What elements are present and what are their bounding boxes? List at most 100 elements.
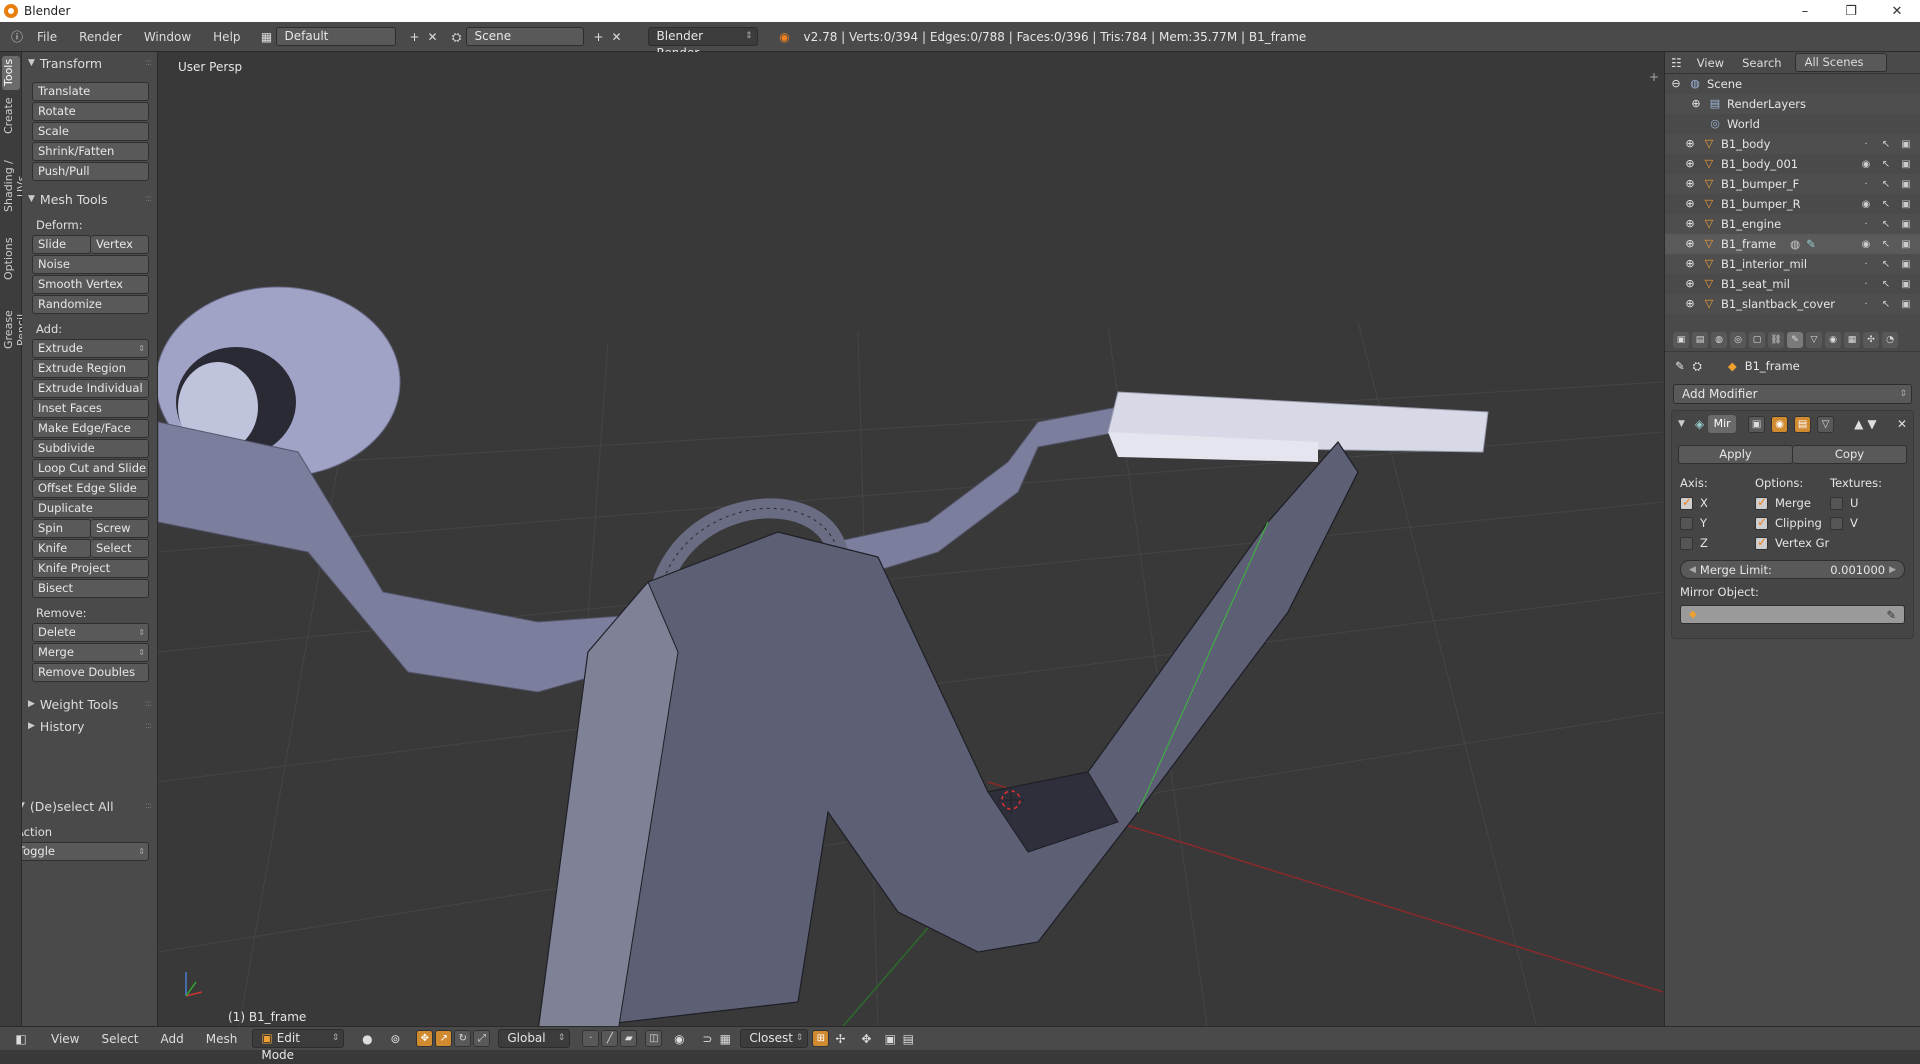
outliner-row-world[interactable]: ◎ World — [1665, 114, 1920, 134]
slide-vertex-button[interactable]: Vertex — [91, 235, 149, 254]
snap-target-select[interactable]: Closest ⇕ — [740, 1029, 809, 1048]
merge-limit-field[interactable]: ◀ Merge Limit: 0.001000 ▶ — [1680, 560, 1905, 579]
data-tab-icon[interactable]: ▽ — [1806, 331, 1822, 348]
translate-manipulator-icon[interactable]: ↗ — [435, 1030, 453, 1047]
menu-render[interactable]: Render — [68, 30, 133, 44]
edge-select-icon[interactable]: ╱ — [601, 1030, 619, 1047]
texture-u-checkbox[interactable]: U — [1830, 496, 1905, 510]
render-engine-select[interactable]: Blender Render⇕ — [647, 27, 758, 60]
render-camera-icon[interactable]: ▣ — [1900, 279, 1912, 290]
expand-icon[interactable]: ⊕ — [1683, 237, 1697, 251]
expand-icon[interactable]: ⊕ — [1683, 257, 1697, 271]
object-tab-icon[interactable]: ▢ — [1749, 331, 1765, 348]
visibility-eye-icon[interactable]: · — [1860, 299, 1872, 310]
clipping-checkbox[interactable]: Clipping — [1755, 515, 1830, 530]
grip-icon[interactable]: ::: — [145, 801, 152, 811]
pin-icon[interactable]: ✎ — [1675, 359, 1685, 373]
tab-grease-pencil[interactable]: Grease Pencil — [2, 290, 28, 370]
outliner-row-object[interactable]: ⊕ ▽ B1_bumper_F · ↖ ▣ — [1665, 174, 1920, 194]
select-arrow-icon[interactable]: ↖ — [1880, 199, 1892, 210]
outliner-editor-icon[interactable]: ☷ — [1665, 56, 1688, 70]
knife-project-button[interactable]: Knife Project — [32, 559, 149, 578]
select-arrow-icon[interactable]: ↖ — [1880, 219, 1892, 230]
make-edge-face-button[interactable]: Make Edge/Face — [32, 419, 149, 438]
remove-doubles-button[interactable]: Remove Doubles — [32, 663, 149, 682]
extrude-menu[interactable]: Extrude ⇕ — [32, 339, 149, 358]
delete-menu[interactable]: Delete ⇕ — [32, 623, 149, 642]
texture-tab-icon[interactable]: ▦ — [1844, 331, 1860, 348]
visibility-eye-icon[interactable]: · — [1860, 139, 1872, 150]
outliner-row-scene[interactable]: ⊖ ◍ Scene — [1665, 74, 1920, 94]
expand-icon[interactable]: ⊕ — [1683, 277, 1697, 291]
scene-select[interactable]: Scene — [465, 27, 584, 46]
remove-scene-icon[interactable]: ✕ — [608, 29, 626, 45]
menu-select[interactable]: Select — [90, 1032, 149, 1046]
screw-button[interactable]: Screw — [91, 519, 149, 538]
select-arrow-icon[interactable]: ↖ — [1880, 159, 1892, 170]
spin-button[interactable]: Spin — [32, 519, 91, 538]
axis-y-checkbox[interactable]: Y — [1680, 516, 1755, 530]
merge-menu[interactable]: Merge ⇕ — [32, 643, 149, 662]
remove-modifier-icon[interactable]: ✕ — [1897, 417, 1907, 431]
menu-help[interactable]: Help — [202, 30, 251, 44]
mode-select[interactable]: ▣ Edit Mode ⇕ — [252, 1029, 345, 1062]
viewport-shading-icon[interactable]: ● — [358, 1031, 376, 1047]
tab-create[interactable]: Create — [2, 96, 20, 138]
transform-panel-header[interactable]: ▼ Transform::: — [22, 52, 157, 74]
snap-project-icon[interactable]: ✢ — [831, 1031, 849, 1047]
proportional-editing-icon[interactable]: ◉ — [670, 1031, 688, 1047]
collapse-icon[interactable]: ⊖ — [1669, 77, 1683, 91]
outliner-row-object[interactable]: ⊕ ▽ B1_engine · ↖ ▣ — [1665, 214, 1920, 234]
face-select-icon[interactable]: ▰ — [620, 1030, 638, 1047]
info-editor-icon[interactable]: ⓘ — [8, 29, 26, 45]
visibility-eye-icon[interactable]: · — [1860, 179, 1872, 190]
modifiers-tab-icon[interactable]: ✎ — [1787, 331, 1803, 348]
increment-arrow-icon[interactable]: ▶ — [1889, 565, 1896, 575]
extrude-individual-button[interactable]: Extrude Individual — [32, 379, 149, 398]
menu-add[interactable]: Add — [150, 1032, 195, 1046]
slide-edge-button[interactable]: Slide Edge — [32, 235, 91, 268]
tab-tools[interactable]: Tools — [2, 56, 20, 90]
outliner-row-renderlayers[interactable]: ⊕ ▤ RenderLayers — [1665, 94, 1920, 114]
outliner-row-object[interactable]: ⊕ ▽ B1_body_001 ◉ ↖ ▣ — [1665, 154, 1920, 174]
limit-selection-icon[interactable]: ◫ — [645, 1030, 663, 1047]
bisect-button[interactable]: Bisect — [32, 579, 149, 598]
mesh-tools-panel-header[interactable]: ▼ Mesh Tools::: — [22, 188, 157, 210]
grip-icon[interactable]: ::: — [145, 699, 152, 709]
snap-toggle-icon[interactable]: ⊃ — [698, 1031, 716, 1047]
translate-button[interactable]: Translate — [32, 82, 149, 101]
select-arrow-icon[interactable]: ↖ — [1880, 259, 1892, 270]
inset-faces-button[interactable]: Inset Faces — [32, 399, 149, 418]
modifier-collapse-icon[interactable]: ▼ — [1678, 419, 1685, 429]
knife-button[interactable]: Knife — [32, 539, 91, 558]
visibility-eye-icon[interactable]: · — [1860, 279, 1872, 290]
action-select[interactable]: Toggle⇕ — [22, 842, 149, 861]
vertex-groups-checkbox[interactable]: Vertex Gr — [1755, 535, 1830, 550]
visibility-eye-icon[interactable]: ◉ — [1860, 159, 1872, 170]
render-tab-icon[interactable]: ▣ — [1673, 331, 1689, 348]
maximize-button[interactable]: ❐ — [1828, 4, 1874, 19]
close-button[interactable]: ✕ — [1874, 4, 1920, 19]
expand-icon[interactable]: ⊕ — [1683, 137, 1697, 151]
eyedropper-icon[interactable]: ✎ — [1886, 608, 1896, 622]
show-render-icon[interactable]: ▤ — [1794, 415, 1812, 433]
axis-z-checkbox[interactable]: Z — [1680, 536, 1755, 550]
loop-cut-slide-button[interactable]: Loop Cut and Slide — [32, 459, 149, 478]
remove-layout-icon[interactable]: ✕ — [424, 29, 442, 45]
outliner-row-object[interactable]: ⊕ ▽ B1_seat_mil · ↖ ▣ — [1665, 274, 1920, 294]
expand-icon[interactable]: ⊕ — [1683, 177, 1697, 191]
opengl-animation-icon[interactable]: ▤ — [899, 1031, 917, 1047]
render-camera-icon[interactable]: ▣ — [1900, 139, 1912, 150]
outliner-display-mode-select[interactable]: All Scenes — [1794, 53, 1887, 72]
render-camera-icon[interactable]: ▣ — [1900, 159, 1912, 170]
scene-icon[interactable]: ⛭ — [448, 29, 466, 45]
opengl-render-icon[interactable]: ▣ — [881, 1031, 899, 1047]
knife-select-button[interactable]: Select — [91, 539, 149, 558]
select-arrow-icon[interactable]: ↖ — [1880, 299, 1892, 310]
expand-icon[interactable]: ⊕ — [1689, 97, 1703, 111]
grip-icon[interactable]: ::: — [145, 58, 152, 68]
noise-button[interactable]: Noise — [32, 255, 149, 274]
outliner-row-object[interactable]: ⊕ ▽ B1_interior_mil · ↖ ▣ — [1665, 254, 1920, 274]
add-scene-icon[interactable]: + — [590, 29, 608, 45]
shrink-fatten-button[interactable]: Shrink/Fatten — [32, 142, 149, 161]
